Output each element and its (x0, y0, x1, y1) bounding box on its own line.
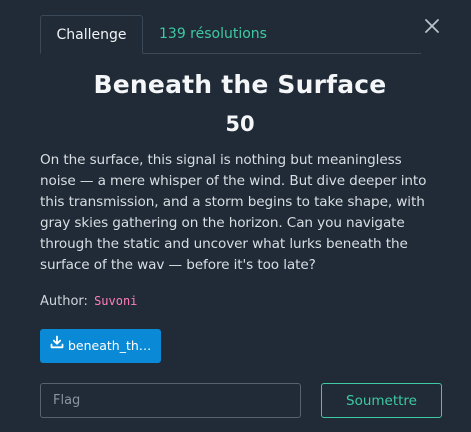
challenge-modal: Challenge 139 résolutions Beneath the Su… (0, 0, 471, 432)
close-icon[interactable] (423, 17, 441, 35)
author-label: Author: (40, 294, 88, 309)
challenge-description: On the surface, this signal is nothing b… (40, 152, 427, 273)
flag-input[interactable] (40, 383, 301, 418)
author-line: Author: Suvoni (40, 294, 137, 309)
download-file-button[interactable]: beneath_th… (40, 329, 161, 363)
author-name: Suvoni (94, 294, 138, 308)
submit-button[interactable]: Soumettre (321, 383, 442, 418)
download-file-label: beneath_th… (68, 338, 152, 353)
challenge-title: Beneath the Surface (93, 70, 387, 99)
download-icon (50, 329, 64, 362)
tab-solves[interactable]: 139 résolutions (159, 15, 267, 53)
challenge-tabs: Challenge 139 résolutions (40, 15, 421, 54)
tab-challenge[interactable]: Challenge (40, 15, 143, 54)
challenge-points: 50 (225, 112, 255, 136)
